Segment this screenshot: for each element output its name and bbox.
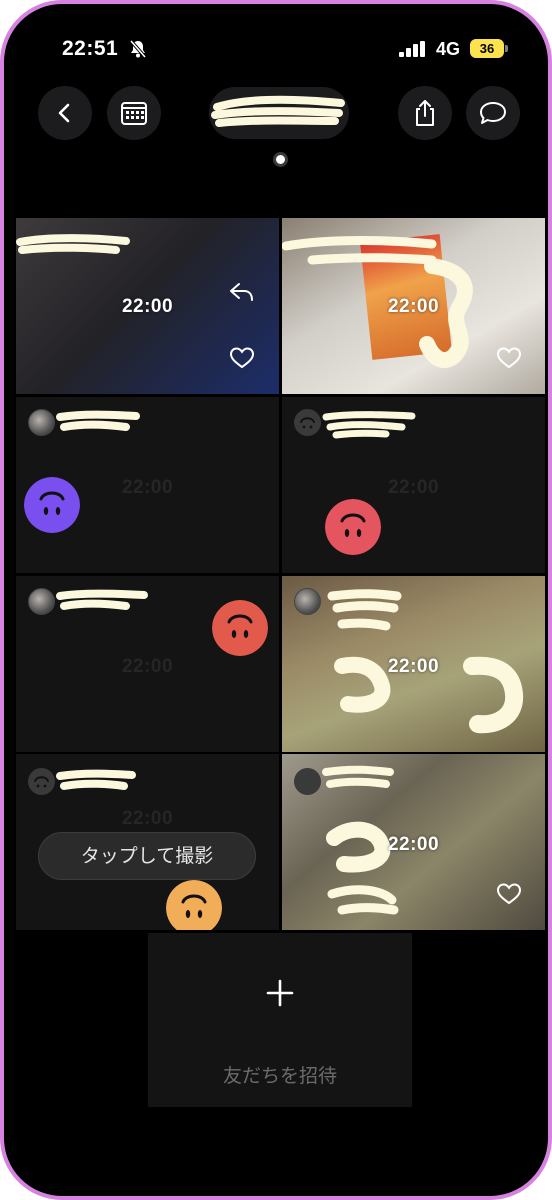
upside-down-smiley-icon: [212, 600, 268, 656]
chevron-left-icon: [58, 103, 70, 123]
post-cell[interactable]: 22:00: [282, 218, 545, 394]
battery-tip: [505, 45, 508, 52]
post-time: 22:00: [387, 656, 440, 677]
heart-icon[interactable]: [496, 882, 522, 906]
redacted-username: [16, 234, 130, 254]
post-cell[interactable]: 22:00: [16, 218, 279, 394]
status-clock: 22:51: [62, 37, 119, 60]
upside-down-smiley-icon: [24, 477, 80, 533]
post-time: 22:00: [387, 296, 440, 317]
redacted-username: [56, 589, 148, 610]
post-time: 22:00: [121, 296, 174, 317]
post-time: 22:00: [121, 808, 174, 829]
post-cell[interactable]: 22:00: [16, 576, 279, 752]
back-button[interactable]: [38, 86, 92, 140]
avatar: [28, 588, 55, 615]
bell-slash-icon: [129, 39, 147, 59]
heart-icon[interactable]: [496, 346, 522, 370]
posts-grid: 22:00 22:00 22:00 22:00 22:00 22:00 22:0…: [16, 218, 546, 930]
redacted-username: [56, 769, 136, 790]
heart-icon[interactable]: [229, 346, 255, 370]
plus-icon: [266, 979, 294, 1007]
page-indicator-dot: [273, 152, 288, 167]
avatar: [294, 409, 321, 436]
redacted-title: [211, 95, 345, 127]
smiley-avatar-icon: [300, 417, 315, 429]
invite-friends-card[interactable]: 友だちを招待: [148, 933, 412, 1107]
phone-frame: 22:51 4G 36 22:00 22:00 22:00 22:00 22:0…: [0, 0, 552, 1200]
invite-friends-label: 友だちを招待: [222, 1065, 337, 1087]
post-time: 22:00: [121, 656, 174, 677]
group-title-pill[interactable]: [209, 87, 349, 139]
battery-indicator: 36: [470, 39, 504, 58]
post-time: 22:00: [387, 834, 440, 855]
avatar: [28, 409, 55, 436]
chat-bubble-icon: [480, 102, 506, 124]
upside-down-smiley-icon: [325, 499, 381, 555]
post-cell[interactable]: 22:00: [282, 397, 545, 573]
status-bar: 22:51 4G 36: [4, 4, 548, 84]
calendar-icon: [121, 102, 147, 125]
chat-button[interactable]: [466, 86, 520, 140]
share-button[interactable]: [398, 86, 452, 140]
network-type: 4G: [436, 39, 461, 59]
post-time: 22:00: [387, 477, 440, 498]
redacted-username: [56, 410, 140, 431]
calendar-button[interactable]: [107, 86, 161, 140]
post-cell[interactable]: 22:00: [282, 754, 545, 930]
signal-icon: [399, 41, 425, 57]
share-icon: [416, 100, 434, 126]
redacted-username: [322, 411, 416, 439]
upside-down-smiley-icon: [166, 880, 222, 930]
tap-to-capture-button[interactable]: タップして撮影: [38, 832, 256, 880]
post-cell[interactable]: 22:00: [282, 576, 545, 752]
avatar: [28, 768, 55, 795]
smiley-avatar-icon: [34, 776, 49, 788]
post-cell[interactable]: 22:00: [16, 397, 279, 573]
